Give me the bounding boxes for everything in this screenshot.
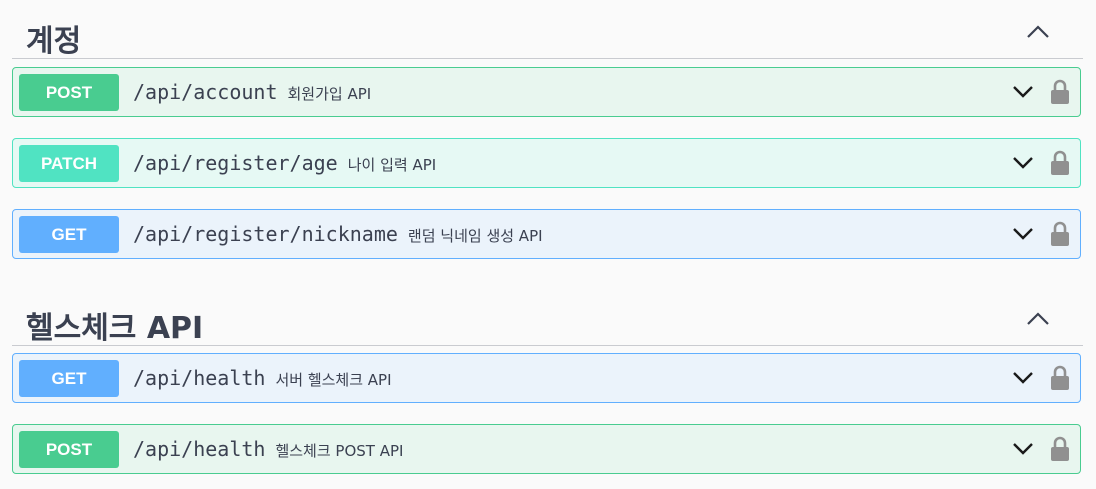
tag-header[interactable]: 계정 — [12, 10, 1083, 59]
operation-row[interactable]: POST /api/health 헬스체크 POST API — [12, 424, 1081, 474]
method-badge: GET — [19, 216, 119, 253]
operation-path-line: /api/health 서버 헬스체크 API — [133, 366, 392, 390]
operation-row[interactable]: PATCH /api/register/age 나이 입력 API — [12, 138, 1081, 188]
tag-title: 헬스체크 API — [26, 311, 204, 346]
operation-path: /api/register/age — [133, 151, 338, 175]
operation-path: /api/health — [133, 366, 266, 390]
operation-row[interactable]: GET /api/health 서버 헬스체크 API — [12, 353, 1081, 403]
method-badge: PATCH — [19, 145, 119, 182]
operation-path-line: /api/account 회원가입 API — [133, 80, 371, 104]
method-badge: POST — [19, 74, 119, 111]
operation-summary: 서버 헬스체크 API — [275, 371, 392, 389]
operation-path-line: /api/register/nickname 랜덤 닉네임 생성 API — [133, 222, 543, 246]
operation-row[interactable]: GET /api/register/nickname 랜덤 닉네임 생성 API — [12, 209, 1081, 259]
lock-icon[interactable] — [1050, 79, 1070, 105]
operation-path-line: /api/health 헬스체크 POST API — [133, 437, 403, 461]
operation-summary: 나이 입력 API — [347, 156, 437, 174]
tag-header[interactable]: 헬스체크 API — [12, 297, 1083, 346]
chevron-up-icon[interactable] — [1025, 311, 1051, 327]
lock-icon[interactable] — [1050, 221, 1070, 247]
operation-summary: 헬스체크 POST API — [275, 442, 404, 460]
lock-icon[interactable] — [1050, 436, 1070, 462]
chevron-down-icon[interactable] — [1012, 227, 1034, 241]
operation-path-line: /api/register/age 나이 입력 API — [133, 151, 436, 175]
operation-summary: 회원가입 API — [287, 85, 372, 103]
method-badge: POST — [19, 431, 119, 468]
operation-path: /api/account — [133, 80, 278, 104]
tag-title: 계정 — [26, 24, 82, 59]
chevron-up-icon[interactable] — [1025, 24, 1051, 40]
method-badge: GET — [19, 360, 119, 397]
operation-path: /api/health — [133, 437, 266, 461]
chevron-down-icon[interactable] — [1012, 156, 1034, 170]
operation-summary: 랜덤 닉네임 생성 API — [407, 227, 543, 245]
chevron-down-icon[interactable] — [1012, 442, 1034, 456]
lock-icon[interactable] — [1050, 150, 1070, 176]
operation-row[interactable]: POST /api/account 회원가입 API — [12, 67, 1081, 117]
chevron-down-icon[interactable] — [1012, 371, 1034, 385]
lock-icon[interactable] — [1050, 365, 1070, 391]
operation-path: /api/register/nickname — [133, 222, 398, 246]
chevron-down-icon[interactable] — [1012, 85, 1034, 99]
